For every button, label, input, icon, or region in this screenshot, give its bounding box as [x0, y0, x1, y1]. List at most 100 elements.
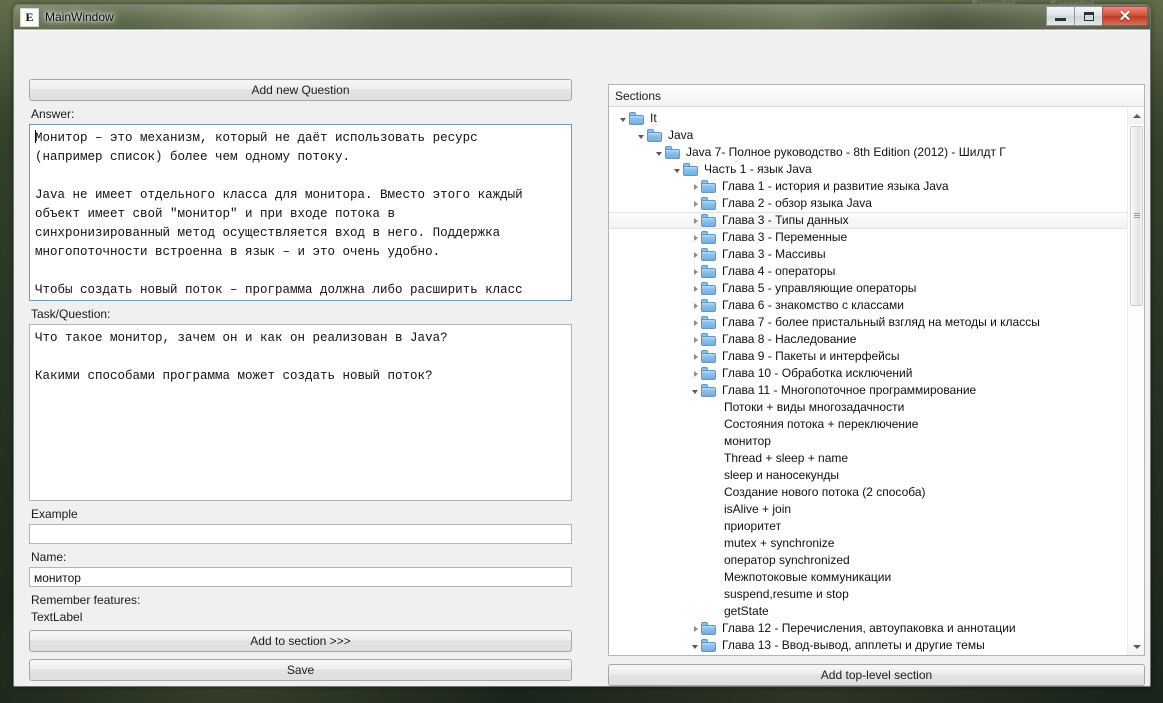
- chevron-down-icon: [1132, 644, 1141, 649]
- tree-item[interactable]: Глава 10 - Обработка исключений: [609, 365, 1127, 382]
- folder-icon: [701, 384, 717, 397]
- folder-icon: [665, 146, 681, 159]
- example-input[interactable]: [29, 524, 572, 544]
- expand-triangle-icon[interactable]: [688, 299, 701, 312]
- task-textarea[interactable]: Что такое монитор, зачем он и как он реа…: [29, 324, 572, 501]
- collapse-triangle-icon[interactable]: [688, 639, 701, 652]
- collapse-triangle-icon[interactable]: [634, 129, 647, 142]
- tree-item[interactable]: Java 7- Полное руководство - 8th Edition…: [609, 144, 1127, 161]
- collapse-triangle-icon[interactable]: [616, 112, 629, 125]
- tree-item[interactable]: Глава 3 - Переменные: [609, 229, 1127, 246]
- tree-item[interactable]: Глава 2 - обзор языка Java: [609, 195, 1127, 212]
- tree-item[interactable]: Глава 1 - история и развитие языка Java: [609, 178, 1127, 195]
- tree-item-label: Потоки + виды многозадачности: [724, 400, 905, 414]
- tree-item[interactable]: монитор: [609, 433, 1127, 450]
- expand-triangle-icon[interactable]: [688, 350, 701, 363]
- scroll-down-button[interactable]: [1128, 638, 1144, 655]
- expand-triangle-icon[interactable]: [688, 265, 701, 278]
- name-input[interactable]: монитор: [29, 567, 572, 587]
- tree-item[interactable]: isAlive + join: [609, 501, 1127, 518]
- tree-item[interactable]: Глава 12 - Перечисления, автоупаковка и …: [609, 620, 1127, 637]
- tree-item[interactable]: Глава 5 - управляющие операторы: [609, 280, 1127, 297]
- expand-triangle-icon[interactable]: [688, 622, 701, 635]
- expand-triangle-icon[interactable]: [688, 248, 701, 261]
- tree-item-label: Глава 9 - Пакеты и интерфейсы: [722, 349, 900, 363]
- window-controls: ✕: [1046, 5, 1148, 27]
- tree-item-label: Глава 10 - Обработка исключений: [722, 366, 913, 380]
- title-bar[interactable]: E MainWindow ✕: [14, 5, 1150, 30]
- add-to-section-button[interactable]: Add to section >>>: [29, 630, 572, 652]
- tree-item-label: Часть 1 - язык Java: [704, 162, 812, 176]
- tree-item-label: Глава 13 - Ввод-вывод, апплеты и другие …: [722, 638, 985, 652]
- tree-item[interactable]: Глава 6 - знакомство с классами: [609, 297, 1127, 314]
- expand-triangle-icon[interactable]: [688, 180, 701, 193]
- tree-scrollbar[interactable]: [1127, 107, 1144, 655]
- folder-icon: [701, 622, 717, 635]
- tree-item[interactable]: Состояния потока + переключение: [609, 416, 1127, 433]
- maximize-button[interactable]: [1074, 6, 1103, 26]
- tree-item-label: Java 7- Полное руководство - 8th Edition…: [686, 145, 1006, 159]
- tree-item-label: оператор synchronized: [724, 553, 850, 567]
- tree-item[interactable]: Thread + sleep + name: [609, 450, 1127, 467]
- expand-triangle-icon[interactable]: [688, 231, 701, 244]
- close-button[interactable]: ✕: [1102, 6, 1148, 26]
- expand-triangle-icon[interactable]: [688, 214, 701, 227]
- tree-item[interactable]: Часть 1 - язык Java: [609, 161, 1127, 178]
- collapse-triangle-icon[interactable]: [652, 146, 665, 159]
- close-icon: ✕: [1118, 7, 1132, 25]
- tree-item[interactable]: Глава 4 - операторы: [609, 263, 1127, 280]
- collapse-triangle-icon[interactable]: [670, 163, 683, 176]
- folder-icon: [701, 282, 717, 295]
- add-new-question-button[interactable]: Add new Question: [29, 79, 572, 101]
- tree-item[interactable]: Java: [609, 127, 1127, 144]
- tree-item[interactable]: Глава 9 - Пакеты и интерфейсы: [609, 348, 1127, 365]
- minimize-button[interactable]: [1046, 6, 1075, 26]
- scrollbar-thumb[interactable]: [1130, 126, 1143, 306]
- tree-item-label: Глава 3 - Массивы: [722, 247, 826, 261]
- tree-item[interactable]: оператор synchronized: [609, 552, 1127, 569]
- expand-triangle-icon[interactable]: [688, 282, 701, 295]
- tree-item-label: Thread + sleep + name: [724, 451, 849, 465]
- expand-triangle-icon[interactable]: [688, 316, 701, 329]
- expand-triangle-icon[interactable]: [688, 333, 701, 346]
- folder-icon: [701, 231, 717, 244]
- tree-item[interactable]: Глава 13 - Ввод-вывод, апплеты и другие …: [609, 637, 1127, 654]
- tree-item[interactable]: It: [609, 110, 1127, 127]
- name-label: Name:: [31, 550, 67, 564]
- tree-item[interactable]: Глава 3 - Типы данных: [609, 212, 1127, 229]
- tree-item[interactable]: Межпотоковые коммуникации: [609, 569, 1127, 586]
- tree-item-label: mutex + synchronize: [724, 536, 835, 550]
- save-button[interactable]: Save: [29, 659, 572, 681]
- tree-item[interactable]: mutex + synchronize: [609, 535, 1127, 552]
- folder-icon: [701, 248, 717, 261]
- scroll-up-button[interactable]: [1128, 107, 1144, 124]
- tree-item[interactable]: suspend,resume и stop: [609, 586, 1127, 603]
- tree-item-label: Глава 7 - более пристальный взгляд на ме…: [722, 315, 1040, 329]
- tree-item[interactable]: Глава 11 - Многопоточное программировани…: [609, 382, 1127, 399]
- sections-tree[interactable]: It Java Java 7- Полное руководство - 8th E…: [609, 107, 1127, 655]
- tree-item[interactable]: sleep и наносекунды: [609, 467, 1127, 484]
- tree-item[interactable]: Создание нового потока (2 способа): [609, 484, 1127, 501]
- tree-item[interactable]: Глава 3 - Массивы: [609, 246, 1127, 263]
- add-top-level-section-button[interactable]: Add top-level section: [608, 664, 1145, 686]
- expand-triangle-icon[interactable]: [688, 367, 701, 380]
- folder-icon: [701, 265, 717, 278]
- expand-triangle-icon[interactable]: [688, 197, 701, 210]
- tree-item-label: Глава 11 - Многопоточное программировани…: [722, 383, 977, 397]
- tree-item[interactable]: Глава 8 - Наследование: [609, 331, 1127, 348]
- folder-icon: [629, 112, 645, 125]
- tree-item[interactable]: приоритет: [609, 518, 1127, 535]
- collapse-triangle-icon[interactable]: [688, 384, 701, 397]
- answer-textarea[interactable]: Монитор – это механизм, который не даёт …: [29, 124, 572, 301]
- tree-item[interactable]: Глава 7 - более пристальный взгляд на ме…: [609, 314, 1127, 331]
- window-title: MainWindow: [45, 10, 114, 24]
- tree-item[interactable]: getState: [609, 603, 1127, 620]
- question-editor-panel: Add new Question Answer: Монитор – это м…: [29, 79, 572, 681]
- tree-item[interactable]: Потоки + виды многозадачности: [609, 399, 1127, 416]
